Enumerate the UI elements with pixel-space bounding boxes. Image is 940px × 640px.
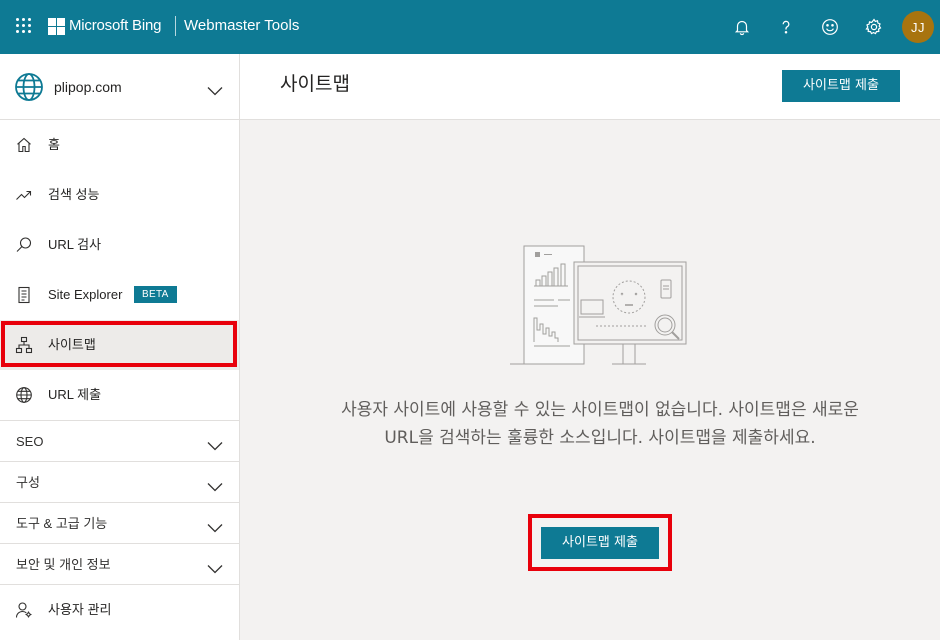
user-icon [15, 601, 33, 623]
sitemap-icon [15, 336, 33, 354]
feedback-smiley-icon[interactable] [818, 15, 842, 39]
sidebar-item-label: 사용자 관리 [48, 602, 112, 617]
submit-sitemap-button[interactable]: 사이트맵 제출 [541, 527, 659, 559]
brand-name[interactable]: Microsoft Bing [69, 16, 161, 36]
sidebar-item-label: URL 제출 [48, 387, 102, 402]
chevron-down-icon [207, 559, 223, 578]
chevron-down-icon [207, 477, 223, 496]
sidebar-item-search-performance[interactable]: 검색 성능 [0, 170, 239, 220]
chevron-down-icon [207, 436, 223, 455]
sidebar-item-sitemaps[interactable]: 사이트맵 [0, 320, 239, 370]
sidebar-item-label: Site Explorer [48, 287, 123, 302]
brand-divider [175, 16, 176, 36]
chevron-down-icon [207, 81, 223, 100]
microsoft-logo-icon [48, 18, 65, 35]
sidebar-section-seo[interactable]: SEO [0, 420, 239, 461]
globe-icon [15, 386, 33, 404]
sidebar-item-url-inspection[interactable]: URL 검사 [0, 220, 239, 270]
product-name[interactable]: Webmaster Tools [184, 16, 299, 36]
sidebar-section-tools[interactable]: 도구 & 고급 기능 [0, 502, 239, 543]
sidebar-item-label: 홈 [48, 137, 60, 152]
gear-icon[interactable] [862, 15, 886, 39]
bell-icon[interactable] [730, 15, 754, 39]
sidebar-item-home[interactable]: 홈 [0, 120, 239, 170]
empty-state-illustration [508, 242, 692, 372]
sidebar-item-label: 검색 성능 [48, 187, 100, 202]
sidebar-item-label: 사이트맵 [48, 337, 96, 352]
section-label: SEO [16, 434, 44, 449]
page-header: 사이트맵 사이트맵 제출 [240, 54, 940, 120]
sidebar-item-site-explorer[interactable]: Site Explorer BETA [0, 270, 239, 320]
section-label: 구성 [16, 475, 40, 490]
explorer-icon [15, 286, 33, 304]
beta-badge: BETA [134, 286, 177, 303]
sidebar-section-configuration[interactable]: 구성 [0, 461, 239, 502]
avatar[interactable]: JJ [902, 11, 934, 43]
section-label: 도구 & 고급 기능 [16, 516, 108, 531]
empty-state-panel: 사용자 사이트에 사용할 수 있는 사이트맵이 없습니다. 사이트맵은 새로운 … [240, 120, 940, 640]
sidebar-item-label: URL 검사 [48, 237, 102, 252]
sidebar-item-url-submission[interactable]: URL 제출 [0, 370, 239, 420]
empty-state-message: 사용자 사이트에 사용할 수 있는 사이트맵이 없습니다. 사이트맵은 새로운 … [341, 400, 859, 448]
chevron-down-icon [207, 518, 223, 537]
globe-icon [14, 72, 44, 106]
site-selector[interactable]: plipop.com [0, 54, 239, 120]
apps-icon[interactable] [16, 18, 32, 34]
section-label: 보안 및 개인 정보 [16, 557, 111, 572]
page-title: 사이트맵 [280, 73, 350, 95]
sidebar-section-security[interactable]: 보안 및 개인 정보 [0, 543, 239, 584]
site-name: plipop.com [54, 79, 122, 95]
home-icon [15, 136, 33, 154]
help-icon[interactable] [774, 15, 798, 39]
submit-sitemap-button[interactable]: 사이트맵 제출 [782, 70, 900, 102]
sidebar: plipop.com 홈 검색 성능 URL 검사 Site Explorer … [0, 54, 240, 640]
sidebar-item-user-management[interactable]: 사용자 관리 [0, 584, 239, 634]
search-icon [15, 236, 33, 254]
top-bar: Microsoft Bing Webmaster Tools JJ [0, 0, 940, 54]
trend-icon [15, 186, 33, 204]
